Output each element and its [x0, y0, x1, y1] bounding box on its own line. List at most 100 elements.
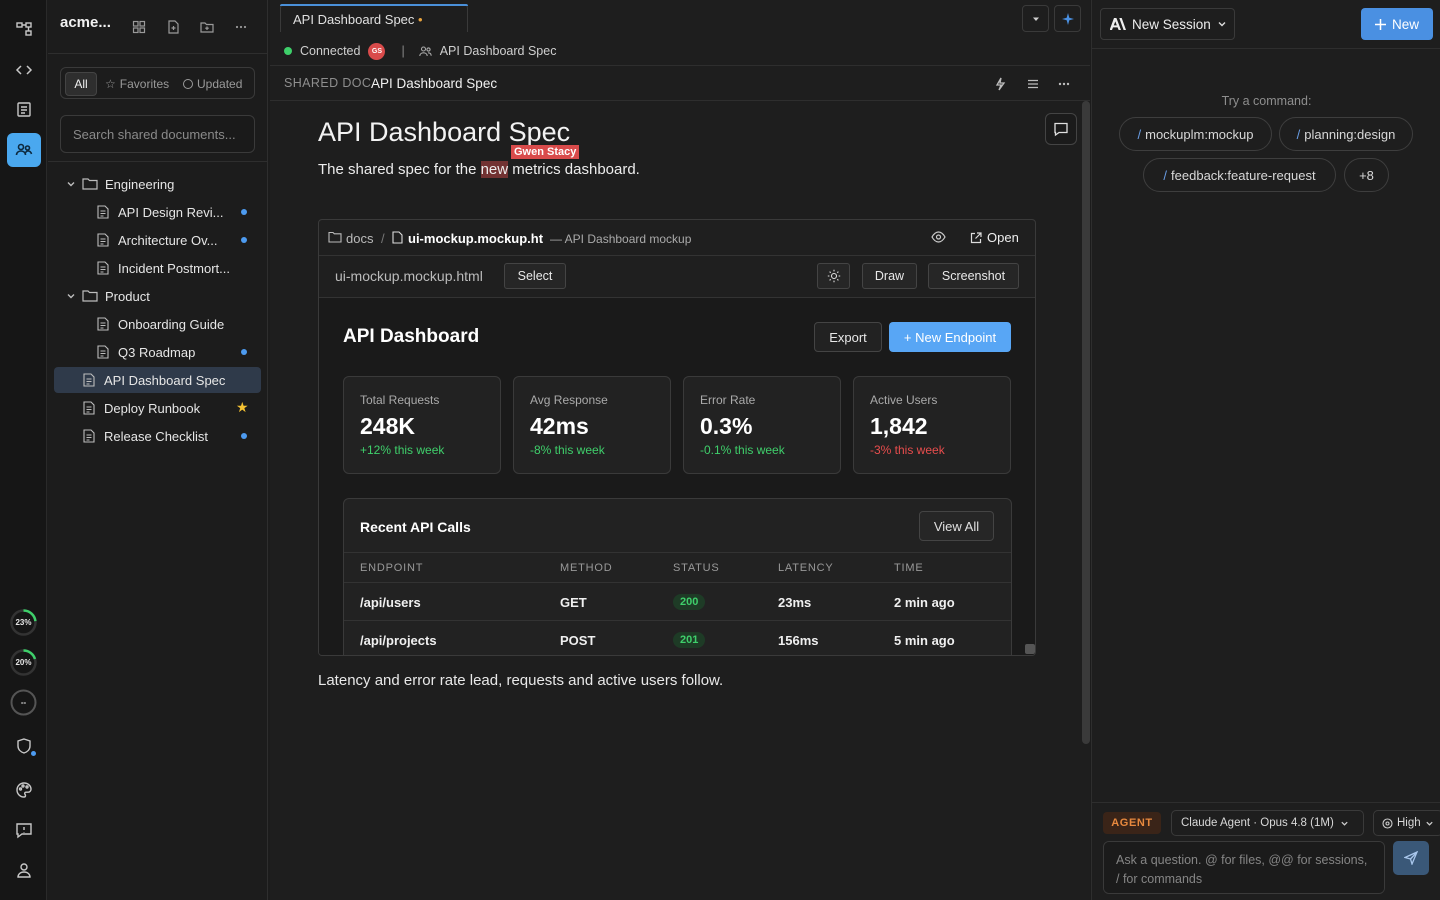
doc-item[interactable]: Architecture Ov... — [96, 227, 217, 253]
workspace-name[interactable]: acme... — [60, 14, 111, 31]
doc-label: API Dashboard Spec — [104, 372, 226, 388]
outline-icon[interactable] — [1024, 75, 1042, 93]
doc-label: Incident Postmort... — [118, 260, 230, 276]
doc-item-selected[interactable]: API Dashboard Spec — [54, 367, 261, 393]
palette-icon[interactable] — [7, 773, 41, 807]
shared-docs-icon[interactable] — [7, 133, 41, 167]
command-label: planning:design — [1304, 126, 1396, 142]
status-badge: 200 — [673, 594, 706, 610]
agent-panel: New Session New Try a command: / mockuplm… — [1091, 0, 1440, 900]
embed-toolbar: ui-mockup.mockup.html Select Draw Screen… — [319, 256, 1035, 298]
circle-icon — [183, 79, 193, 89]
filter-all[interactable]: All — [65, 72, 97, 96]
new-session-dropdown[interactable]: New Session — [1100, 8, 1235, 40]
recent-calls-panel: Recent API Calls View All ENDPOINT METHO… — [343, 498, 1012, 655]
theme-toggle-button[interactable] — [817, 263, 850, 289]
document-icon — [82, 429, 96, 443]
more-icon[interactable] — [1055, 75, 1073, 93]
stat-label: Avg Response — [530, 393, 608, 407]
folder-engineering[interactable]: Engineering — [64, 171, 174, 197]
send-icon — [1404, 851, 1418, 865]
user-icon[interactable] — [7, 853, 41, 887]
breadcrumb-file[interactable]: ui-mockup.mockup.ht — [408, 231, 543, 246]
status-doc-name: API Dashboard Spec — [439, 44, 557, 58]
doc-item[interactable]: Onboarding Guide — [96, 311, 224, 337]
document-icon — [96, 205, 110, 219]
connection-label: Connected — [300, 44, 361, 58]
tab-dropdown-button[interactable] — [1022, 5, 1049, 32]
command-pill[interactable]: / planning:design — [1279, 117, 1413, 151]
code-icon[interactable] — [7, 53, 41, 87]
filter-favorites[interactable]: ☆ Favorites — [105, 72, 169, 96]
doc-item[interactable]: Q3 Roadmap — [96, 339, 195, 365]
column-header: METHOD — [560, 562, 613, 574]
new-folder-icon[interactable] — [198, 18, 216, 36]
new-endpoint-button[interactable]: + New Endpoint — [889, 322, 1011, 352]
new-file-icon[interactable] — [164, 18, 182, 36]
filter-updated[interactable]: Updated — [183, 72, 242, 96]
ai-sparkle-button[interactable] — [1054, 5, 1081, 32]
comment-button[interactable] — [1045, 113, 1077, 145]
avatar[interactable]: GS — [368, 42, 386, 60]
command-pill[interactable]: / feedback:feature-request — [1143, 158, 1336, 192]
document-icon — [96, 317, 110, 331]
usage-label-3: -- — [20, 698, 27, 707]
unread-dot — [241, 433, 247, 439]
command-label: feedback:feature-request — [1171, 167, 1316, 183]
plus-icon — [1374, 18, 1386, 30]
table-row[interactable]: /api/projects POST 201 156ms 5 min ago — [344, 620, 1011, 655]
doc-paragraph: Latency and error rate lead, requests an… — [318, 672, 724, 689]
open-button[interactable]: Open — [970, 230, 1019, 245]
more-icon[interactable] — [232, 18, 250, 36]
folder-product[interactable]: Product — [64, 283, 150, 309]
send-button[interactable] — [1393, 841, 1429, 875]
page-title: API Dashboard Spec — [318, 117, 571, 147]
status-badge: 201 — [673, 632, 706, 648]
folder-icon — [328, 231, 342, 243]
cell-method: GET — [560, 595, 587, 610]
document-icon — [96, 233, 110, 247]
star-outline-icon: ☆ — [105, 77, 116, 91]
doc-item[interactable]: Incident Postmort... — [96, 255, 230, 281]
ask-input[interactable] — [1103, 841, 1385, 894]
collaborator-cursor-label: Gwen Stacy — [511, 145, 580, 159]
breadcrumb-docs[interactable]: docs — [346, 231, 373, 246]
cell-time: 2 min ago — [894, 595, 955, 610]
stat-card-avg-response: Avg Response 42ms -8% this week — [513, 376, 671, 474]
model-select[interactable]: Claude Agent · Opus 4.8 (1M) — [1171, 810, 1364, 836]
feedback-icon[interactable] — [7, 813, 41, 847]
more-commands-pill[interactable]: +8 — [1344, 158, 1389, 192]
screenshot-button[interactable]: Screenshot — [928, 263, 1019, 289]
chevron-down-icon — [1425, 819, 1434, 828]
new-button[interactable]: New — [1361, 8, 1433, 40]
quick-action-icon[interactable] — [991, 75, 1009, 93]
grid-icon[interactable] — [130, 18, 148, 36]
clipboard-icon[interactable] — [7, 92, 41, 126]
doc-item[interactable]: API Design Revi... — [96, 199, 224, 225]
search-input[interactable] — [60, 115, 255, 153]
connection-status: Connected GS | API Dashboard Spec — [284, 42, 556, 60]
external-link-icon — [970, 231, 982, 244]
stat-value: 1,842 — [870, 413, 928, 439]
effort-select[interactable]: High — [1373, 810, 1440, 836]
view-all-button[interactable]: View All — [919, 511, 994, 541]
doc-item[interactable]: Deploy Runbook — [82, 395, 200, 421]
command-pill[interactable]: / mockuplm:mockup — [1119, 117, 1272, 151]
draw-button[interactable]: Draw — [862, 263, 917, 289]
document-icon — [82, 373, 96, 387]
doc-item[interactable]: Release Checklist — [82, 423, 208, 449]
graph-icon[interactable] — [7, 12, 41, 46]
usage-ring-2: 20% — [9, 648, 38, 677]
editor-scrollbar[interactable] — [1082, 101, 1090, 744]
stat-card-active-users: Active Users 1,842 -3% this week — [853, 376, 1011, 474]
select-button[interactable]: Select — [504, 263, 566, 289]
embed-path-bar: docs / ui-mockup.mockup.ht — API Dashboa… — [319, 220, 1035, 256]
shield-icon[interactable] — [7, 729, 41, 763]
agent-mode-badge[interactable]: AGENT — [1103, 812, 1161, 834]
chevron-down-icon — [1340, 819, 1349, 828]
table-row[interactable]: /api/users GET 200 23ms 2 min ago — [344, 582, 1011, 620]
export-button[interactable]: Export — [814, 322, 882, 352]
tab-api-dashboard-spec[interactable]: API Dashboard Spec • — [280, 4, 468, 32]
eye-icon[interactable] — [931, 231, 946, 243]
resize-handle[interactable] — [1025, 644, 1035, 654]
